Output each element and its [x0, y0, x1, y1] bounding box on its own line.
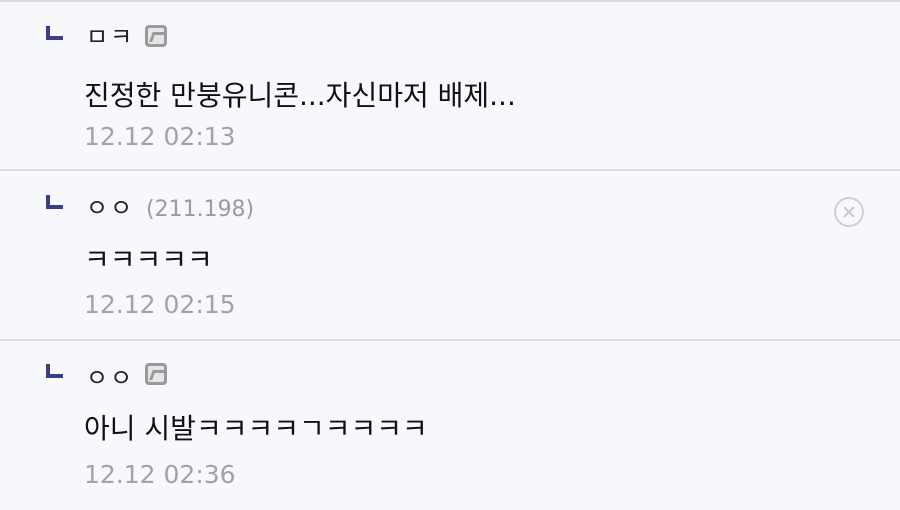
- reply-text: 아니 시발ㅋㅋㅋㅋㄱㅋㅋㅋㅋ: [84, 412, 428, 445]
- reply-item: ㅇㅇ 아니 시발ㅋㅋㅋㅋㄱㅋㅋㅋㅋ 12.12 02:36: [0, 341, 900, 509]
- gallog-icon[interactable]: [145, 363, 167, 385]
- reply-nickname[interactable]: ㅇㅇ: [86, 363, 134, 393]
- reply-nickname[interactable]: ㅇㅇ: [86, 193, 134, 223]
- reply-date: 12.12 02:36: [84, 460, 236, 489]
- reply-arrow-icon: [46, 26, 64, 40]
- reply-ip: (211.198): [146, 197, 255, 222]
- reply-list: ㅁㅋ 진정한 만붕유니콘...자신마저 배제... 12.12 02:13 ㅇㅇ…: [0, 0, 900, 510]
- delete-reply-button[interactable]: [834, 197, 864, 227]
- reply-item: ㅇㅇ (211.198) ㅋㅋㅋㅋㅋ 12.12 02:15: [0, 171, 900, 339]
- reply-text: ㅋㅋㅋㅋㅋ: [84, 243, 213, 276]
- reply-date: 12.12 02:13: [84, 122, 236, 151]
- reply-text: 진정한 만붕유니콘...자신마저 배제...: [84, 79, 516, 112]
- reply-arrow-icon: [46, 364, 64, 378]
- reply-arrow-icon: [46, 195, 64, 209]
- gallog-icon[interactable]: [145, 25, 167, 47]
- reply-date: 12.12 02:15: [84, 290, 236, 319]
- reply-nickname[interactable]: ㅁㅋ: [86, 22, 134, 52]
- reply-item: ㅁㅋ 진정한 만붕유니콘...자신마저 배제... 12.12 02:13: [0, 2, 900, 170]
